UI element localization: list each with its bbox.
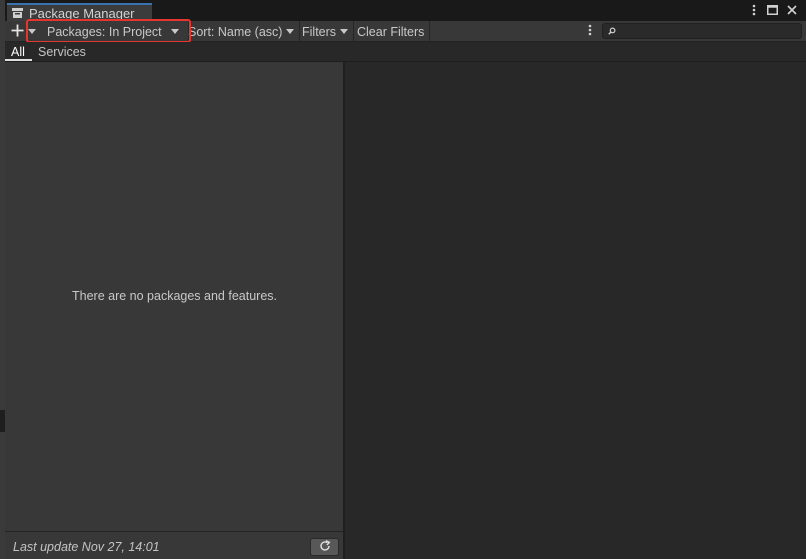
empty-list-message: There are no packages and features.: [72, 289, 277, 303]
chevron-down-icon: [286, 29, 295, 34]
title-bar: Package Manager: [5, 0, 806, 21]
clear-filters-button[interactable]: Clear Filters: [357, 21, 429, 42]
package-manager-icon: [11, 7, 24, 19]
sort-label: Sort: Name (asc): [188, 24, 283, 39]
toolbar-divider: [299, 21, 300, 42]
clear-filters-label: Clear Filters: [357, 24, 425, 39]
refresh-icon: [319, 539, 331, 555]
kebab-menu-icon: [588, 24, 592, 39]
packages-scope-label: Packages: In Project: [47, 24, 162, 39]
package-list: There are no packages and features.: [5, 62, 344, 531]
kebab-menu-icon[interactable]: [747, 3, 760, 17]
refresh-button[interactable]: [310, 538, 339, 556]
add-package-button[interactable]: [11, 21, 41, 42]
plus-icon: [11, 24, 24, 40]
window-tab[interactable]: Package Manager: [7, 3, 152, 21]
chevron-down-icon: [170, 29, 179, 34]
package-details-pane: [344, 62, 806, 559]
package-manager-window: Package Manager Packages: In Project Sor…: [5, 0, 806, 559]
package-filter-tabs: All Services: [5, 42, 806, 62]
sort-dropdown[interactable]: Sort: Name (asc): [188, 21, 298, 42]
chevron-down-icon: [340, 29, 349, 34]
tab-services-label: Services: [38, 44, 86, 59]
toolbar-divider: [353, 21, 354, 42]
close-icon[interactable]: [785, 3, 798, 17]
last-update-text: Last update Nov 27, 14:01: [13, 540, 160, 554]
filters-dropdown[interactable]: Filters: [302, 21, 352, 42]
active-tab-indicator: [5, 59, 32, 61]
search-icon: [608, 24, 616, 38]
filters-label: Filters: [302, 24, 337, 39]
window-title: Package Manager: [29, 5, 135, 21]
packages-scope-dropdown[interactable]: Packages: In Project: [41, 21, 189, 42]
window-controls: [747, 3, 798, 17]
search-input[interactable]: [620, 25, 790, 37]
chevron-down-icon: [28, 29, 36, 34]
toolbar-divider: [429, 21, 430, 42]
search-field[interactable]: [602, 23, 802, 39]
list-footer: Last update Nov 27, 14:01: [5, 531, 344, 559]
tab-all-label: All: [11, 44, 25, 59]
tab-services[interactable]: Services: [38, 42, 86, 61]
toolbar: Packages: In Project Sort: Name (asc) Fi…: [5, 21, 806, 42]
maximize-icon[interactable]: [766, 3, 779, 17]
toolbar-menu-button[interactable]: [583, 21, 597, 42]
